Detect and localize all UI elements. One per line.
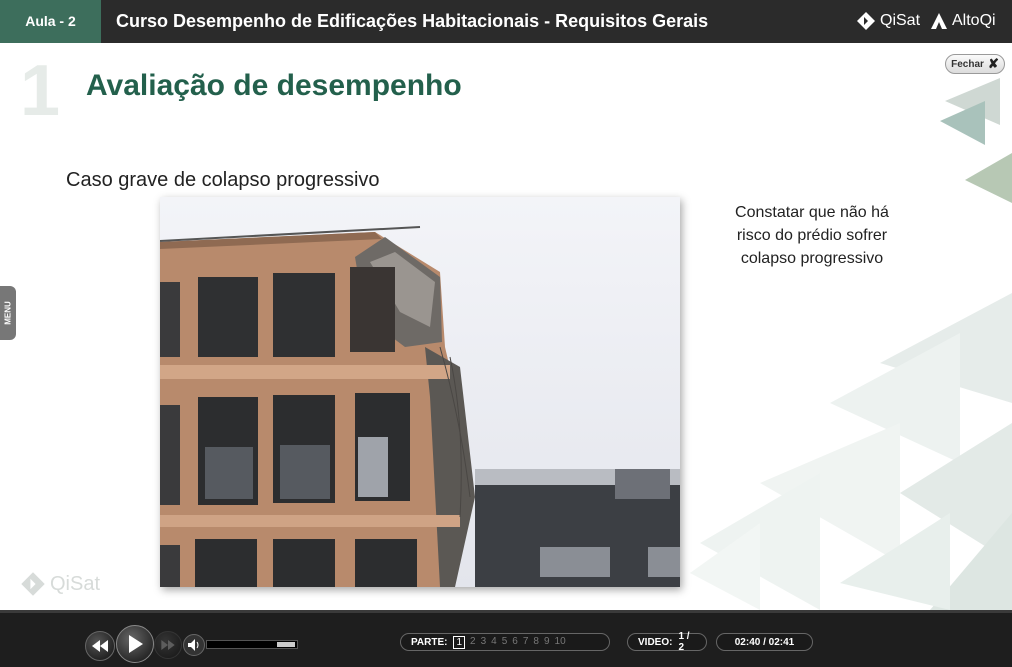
parts-selector: PARTE: 1 2 3 4 5 6 7 8 9 10 xyxy=(400,633,610,651)
video-indicator: VIDEO: 1 / 2 xyxy=(627,631,707,653)
player-bar: PARTE: 1 2 3 4 5 6 7 8 9 10 VIDEO: 1 / 2 02:40 / … xyxy=(0,610,1012,667)
qisat-logo-text: QiSat xyxy=(880,12,921,29)
part-item[interactable]: 3 xyxy=(481,636,487,649)
altoqi-logo: AltoQi xyxy=(930,8,996,34)
volume-slider[interactable] xyxy=(206,640,298,649)
part-item[interactable]: 2 xyxy=(470,636,476,649)
part-item[interactable]: 9 xyxy=(544,636,550,649)
time-value: 02:40 / 02:41 xyxy=(734,636,795,648)
part-item[interactable]: 6 xyxy=(512,636,518,649)
rewind-button[interactable] xyxy=(85,631,115,661)
lesson-label: Aula - 2 xyxy=(0,0,101,43)
rewind-icon xyxy=(92,640,108,652)
volume-slider-knob[interactable] xyxy=(277,642,295,647)
play-icon xyxy=(129,635,143,653)
qisat-logo: QiSat xyxy=(856,8,920,34)
qisat-watermark-text: QiSat xyxy=(50,572,101,595)
part-item[interactable]: 4 xyxy=(491,636,497,649)
menu-tab-label: MENU xyxy=(3,301,13,325)
volume-button[interactable] xyxy=(183,634,205,656)
fast-forward-icon xyxy=(161,640,175,650)
part-item[interactable]: 10 xyxy=(555,636,566,649)
close-icon: ✘ xyxy=(987,56,999,71)
qisat-watermark: QiSat xyxy=(20,571,100,597)
play-button[interactable] xyxy=(116,625,154,663)
part-item[interactable]: 5 xyxy=(502,636,508,649)
menu-tab[interactable]: MENU xyxy=(0,286,16,340)
slide-side-text: Constatar que não há risco do prédio sof… xyxy=(735,204,889,267)
time-display: 02:40 / 02:41 xyxy=(716,633,813,651)
slide-subtitle: Caso grave de colapso progressivo xyxy=(66,169,380,191)
parts-list: 1 2 3 4 5 6 7 8 9 10 xyxy=(453,635,566,649)
course-title: Curso Desempenho de Edificações Habitaci… xyxy=(116,11,709,31)
video-label: VIDEO: xyxy=(638,636,673,648)
video-value: 1 / 2 xyxy=(678,631,690,653)
part-item[interactable]: 7 xyxy=(523,636,529,649)
top-bar: Aula - 2 Curso Desempenho de Edificações… xyxy=(0,0,1012,43)
speaker-icon xyxy=(188,639,199,651)
fast-forward-button[interactable] xyxy=(154,631,182,659)
part-item[interactable]: 1 xyxy=(453,635,466,649)
altoqi-logo-text: AltoQi xyxy=(952,12,996,29)
close-button-label: Fechar xyxy=(951,58,984,70)
part-item[interactable]: 8 xyxy=(533,636,539,649)
slide-area: 1 Avaliação de desempenho Caso grave de … xyxy=(0,43,1012,610)
qisat-logo-icon xyxy=(857,12,875,30)
slide-heading: Avaliação de desempenho xyxy=(86,69,462,102)
close-button[interactable]: Fechar ✘ xyxy=(945,54,1005,74)
slide-number: 1 xyxy=(20,51,61,131)
qisat-watermark-icon xyxy=(21,572,45,596)
building-collapse-photo xyxy=(160,197,680,587)
altoqi-logo-icon xyxy=(931,13,947,29)
parts-label: PARTE: xyxy=(411,636,448,648)
